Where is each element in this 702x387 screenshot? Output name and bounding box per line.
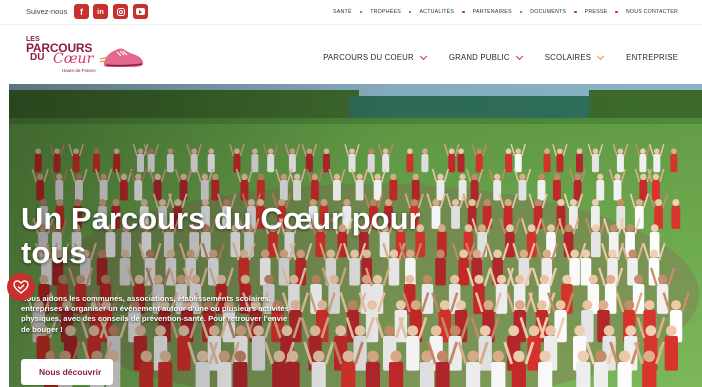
logo-line-4: Cœur: [53, 51, 94, 67]
facebook-icon[interactable]: f: [74, 4, 89, 19]
header-divider: [0, 24, 702, 25]
chevron-down-icon: [597, 52, 605, 60]
hero-description: Nous aidons les communes, associations, …: [21, 294, 289, 334]
nav-grand-public[interactable]: GRAND PUBLIC: [448, 52, 523, 62]
top-bar: Suivez-nous f in SANTÉ TROPHÉES ACTUALIT…: [0, 0, 702, 24]
nav-label: PARCOURS DU COEUR: [323, 53, 414, 62]
nav-parcours-du-coeur[interactable]: PARCOURS DU COEUR: [323, 52, 427, 62]
toplink-presse[interactable]: PRESSE: [585, 9, 608, 15]
nav-label: GRAND PUBLIC: [448, 53, 510, 62]
chevron-down-icon: [419, 52, 427, 60]
youtube-icon[interactable]: [133, 4, 148, 19]
running-shoe-icon: [100, 48, 144, 67]
toplink-sante[interactable]: SANTÉ: [333, 9, 352, 15]
nav-scolaires[interactable]: SCOLAIRES: [544, 52, 605, 62]
heart-check-icon[interactable]: [7, 273, 35, 301]
toplink-actualites[interactable]: ACTUALITÉS: [419, 9, 454, 15]
toplink-documents[interactable]: DOCUMENTS: [530, 9, 566, 15]
heart-check-glyph: [13, 280, 29, 294]
nav-label: ENTREPRISE: [626, 53, 678, 62]
toplink-trophees[interactable]: TROPHÉES: [370, 9, 401, 15]
top-links: SANTÉ TROPHÉES ACTUALITÉS PARTENAIRES DO…: [333, 9, 678, 15]
hero-title: Un Parcours du Cœur pour tous: [21, 201, 421, 270]
instagram-icon[interactable]: [113, 4, 128, 19]
main-nav: PARCOURS DU COEUR GRAND PUBLIC SCOLAIRES…: [300, 52, 678, 62]
logo-line-3: DU: [30, 52, 45, 63]
separator-dot: [462, 10, 465, 14]
separator-dot: [615, 10, 618, 14]
linkedin-icon[interactable]: in: [93, 4, 108, 19]
separator-dot: [574, 10, 577, 14]
logo-region: Hauts-de-France: [62, 68, 96, 73]
chevron-down-icon: [515, 52, 523, 60]
discover-button[interactable]: Nous découvrir: [21, 359, 113, 385]
nav-entreprise[interactable]: ENTREPRISE: [626, 53, 678, 62]
follow-us-label: Suivez-nous: [26, 7, 68, 16]
separator-dot: [359, 10, 363, 14]
nav-label: SCOLAIRES: [544, 53, 592, 62]
toplink-partenaires[interactable]: PARTENAIRES: [473, 9, 512, 15]
site-logo[interactable]: LES PARCOURS DU Cœur Hauts-de-France: [26, 35, 156, 75]
toplink-contact[interactable]: NOUS CONTACTER: [626, 9, 678, 15]
separator-dot: [408, 10, 412, 14]
hero-banner: Un Parcours du Cœur pour tous Nous aidon…: [9, 84, 702, 387]
separator-dot: [519, 10, 523, 14]
